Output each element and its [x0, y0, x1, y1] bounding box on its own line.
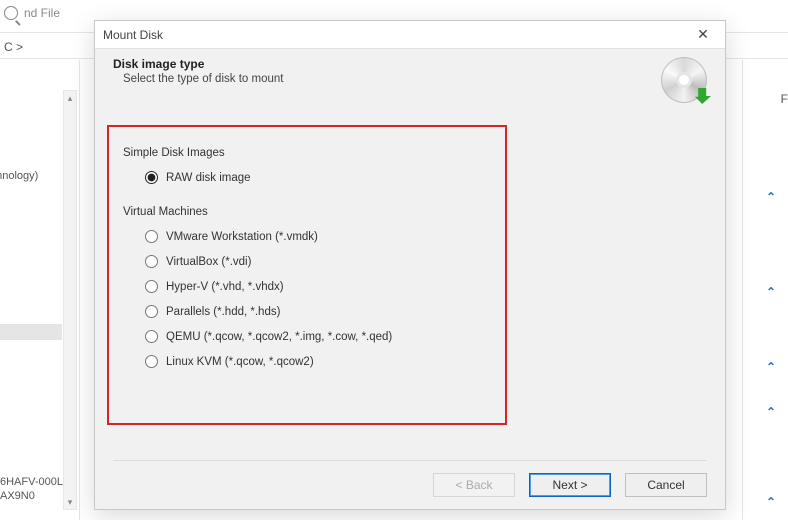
next-button[interactable]: Next > [529, 473, 611, 497]
radio-kvm[interactable] [145, 355, 158, 368]
option-label: QEMU (*.qcow, *.qcow2, *.img, *.cow, *.q… [166, 331, 392, 343]
option-qemu[interactable]: QEMU (*.qcow, *.qcow2, *.img, *.cow, *.q… [145, 330, 697, 343]
dialog-title: Mount Disk [103, 28, 163, 42]
option-label: Parallels (*.hdd, *.hds) [166, 306, 280, 318]
dialog-subheading: Select the type of disk to mount [123, 73, 661, 85]
collapse-chevron-icon[interactable]: ⌃ [766, 360, 776, 374]
dialog-body: Simple Disk Images RAW disk image Virtua… [95, 113, 725, 460]
radio-virtualbox[interactable] [145, 255, 158, 268]
collapse-chevron-icon[interactable]: ⌃ [766, 495, 776, 509]
bg-search-text: nd File [24, 6, 60, 20]
option-hyperv[interactable]: Hyper-V (*.vhd, *.vhdx) [145, 280, 697, 293]
bg-row-technology: e Technology) [0, 170, 38, 182]
collapse-chevron-icon[interactable]: ⌃ [766, 190, 776, 204]
search-icon [4, 6, 18, 20]
disc-icon [661, 57, 707, 103]
option-linux-kvm[interactable]: Linux KVM (*.qcow, *.qcow2) [145, 355, 697, 368]
option-label: RAW disk image [166, 172, 251, 184]
dialog-header: Disk image type Select the type of disk … [95, 49, 725, 113]
radio-raw[interactable] [145, 171, 158, 184]
radio-hyperv[interactable] [145, 280, 158, 293]
option-label: VMware Workstation (*.vmdk) [166, 231, 318, 243]
bg-left-pane: e Technology) 6HAFV-000L9 AX9N0 ▴ ▾ [0, 60, 80, 520]
option-label: VirtualBox (*.vdi) [166, 256, 251, 268]
option-label: Linux KVM (*.qcow, *.qcow2) [166, 356, 314, 368]
bg-row-model: 6HAFV-000L9 AX9N0 [0, 475, 69, 503]
radio-parallels[interactable] [145, 305, 158, 318]
back-button: < Back [433, 473, 515, 497]
close-icon[interactable]: ✕ [689, 25, 717, 45]
collapse-chevron-icon[interactable]: ⌃ [766, 285, 776, 299]
breadcrumb: C > [4, 40, 23, 54]
option-virtualbox[interactable]: VirtualBox (*.vdi) [145, 255, 697, 268]
mount-disk-dialog: Mount Disk ✕ Disk image type Select the … [94, 20, 726, 510]
radio-qemu[interactable] [145, 330, 158, 343]
dialog-titlebar: Mount Disk ✕ [95, 21, 725, 49]
scroll-down-icon[interactable]: ▾ [64, 495, 76, 509]
dialog-footer: < Back Next > Cancel [95, 461, 725, 509]
option-label: Hyper-V (*.vhd, *.vhdx) [166, 281, 284, 293]
option-raw-disk-image[interactable]: RAW disk image [145, 171, 697, 184]
group-virtual-machines: Virtual Machines [123, 206, 697, 218]
dialog-heading: Disk image type [113, 57, 661, 71]
option-vmware[interactable]: VMware Workstation (*.vmdk) [145, 230, 697, 243]
bg-scrollbar[interactable]: ▴ ▾ [63, 90, 77, 510]
bg-row-selected [0, 324, 62, 340]
bg-right-header: F [781, 92, 788, 106]
cancel-button[interactable]: Cancel [625, 473, 707, 497]
radio-vmware[interactable] [145, 230, 158, 243]
bg-right-strip: F ⌃ ⌃ ⌃ ⌃ ⌃ [742, 60, 788, 520]
collapse-chevron-icon[interactable]: ⌃ [766, 405, 776, 419]
group-simple-disk-images: Simple Disk Images [123, 147, 697, 159]
option-parallels[interactable]: Parallels (*.hdd, *.hds) [145, 305, 697, 318]
bg-search-area: nd File [4, 6, 60, 20]
scroll-up-icon[interactable]: ▴ [64, 91, 76, 105]
